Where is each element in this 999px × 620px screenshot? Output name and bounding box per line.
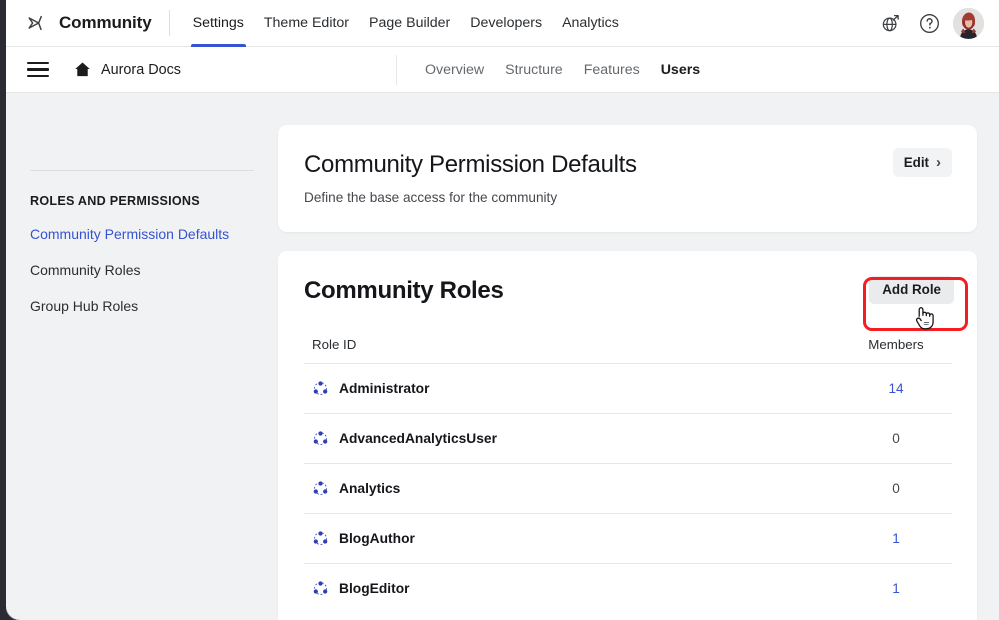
hamburger-menu-icon[interactable] [27, 61, 49, 78]
role-cell: BlogAuthor [312, 530, 848, 547]
community-roles-title: Community Roles [304, 276, 504, 304]
nav-item-developers[interactable]: Developers [460, 0, 552, 47]
role-group-icon [313, 530, 328, 545]
nav-item-page-builder[interactable]: Page Builder [359, 0, 460, 47]
role-cell: BlogEditor [312, 580, 848, 597]
settings-sidebar: ROLES AND PERMISSIONS Community Permissi… [6, 93, 278, 620]
roles-table: Role ID Members Administrator 14 Advance… [304, 337, 952, 613]
tab-overview[interactable]: Overview [425, 62, 484, 78]
role-name: AdvancedAnalyticsUser [339, 430, 497, 446]
khoros-logo-icon[interactable] [22, 9, 50, 37]
context-title: Aurora Docs [101, 61, 181, 78]
role-cell: Analytics [312, 480, 848, 497]
role-members-count: 0 [892, 430, 900, 446]
table-row[interactable]: Analytics 0 [304, 462, 952, 513]
table-row[interactable]: BlogAuthor 1 [304, 512, 952, 563]
table-row[interactable]: Administrator 14 [304, 362, 952, 413]
brand-title: Community [59, 13, 152, 32]
role-group-icon [313, 580, 328, 595]
app-window: Community Settings Theme Editor Page Bui… [6, 0, 999, 620]
page-title: Community Permission Defaults [304, 151, 637, 178]
community-roles-card: Community Roles Add Role Role ID Members [278, 250, 977, 620]
sidebar-section-heading: ROLES AND PERMISSIONS [30, 194, 200, 208]
edit-button[interactable]: Edit › [892, 148, 952, 177]
nav-item-theme-editor[interactable]: Theme Editor [254, 0, 359, 47]
help-button[interactable] [914, 8, 944, 38]
tab-structure[interactable]: Structure [505, 62, 563, 78]
topbar-divider [168, 10, 170, 36]
role-members-count[interactable]: 1 [848, 531, 944, 546]
nav-item-settings[interactable]: Settings [183, 0, 254, 47]
browser-window-frame: Community Settings Theme Editor Page Bui… [0, 0, 999, 620]
table-row[interactable]: AdvancedAnalyticsUser 0 [304, 412, 952, 463]
role-name: BlogEditor [339, 580, 410, 596]
role-name: BlogAuthor [339, 530, 415, 546]
user-avatar[interactable] [953, 7, 984, 39]
column-header-members: Members [868, 336, 924, 352]
role-group-icon [313, 380, 328, 395]
column-header-role-id: Role ID [312, 336, 357, 352]
community-permission-defaults-card: Community Permission Defaults Define the… [278, 125, 977, 232]
secondary-nav: Overview Structure Features Users [425, 62, 700, 78]
table-row[interactable]: BlogEditor 1 [304, 562, 952, 613]
globe-external-link-icon [882, 14, 899, 31]
top-navigation-bar: Community Settings Theme Editor Page Bui… [6, 0, 999, 47]
role-cell: Administrator [312, 380, 848, 397]
page-body: ROLES AND PERMISSIONS Community Permissi… [6, 93, 999, 620]
role-members-count: 0 [892, 480, 900, 496]
visit-community-button[interactable] [875, 8, 905, 38]
role-group-icon [313, 480, 328, 495]
nav-item-analytics[interactable]: Analytics [552, 0, 629, 47]
tab-features[interactable]: Features [584, 62, 640, 78]
topbar-actions [875, 7, 999, 39]
tab-users[interactable]: Users [661, 62, 700, 78]
sidebar-item-community-permission-defaults[interactable]: Community Permission Defaults [30, 225, 254, 244]
chevron-right-icon: › [936, 154, 941, 171]
sidebar-item-community-roles[interactable]: Community Roles [30, 261, 254, 280]
role-members-count[interactable]: 1 [848, 581, 944, 596]
primary-nav: Settings Theme Editor Page Builder Devel… [183, 0, 629, 47]
roles-table-header: Role ID Members [304, 337, 952, 363]
sidebar-item-group-hub-roles[interactable]: Group Hub Roles [30, 297, 254, 316]
role-members-count[interactable]: 14 [848, 381, 944, 396]
context-navigation-bar: Aurora Docs Overview Structure Features … [6, 47, 999, 93]
card-subtitle: Define the base access for the community [304, 189, 558, 205]
help-circle-icon [919, 13, 939, 33]
role-name: Analytics [339, 480, 401, 496]
sidebar-divider [30, 170, 254, 171]
role-cell: AdvancedAnalyticsUser [312, 430, 848, 447]
add-role-button-wrapper: Add Role [869, 275, 954, 304]
role-name: Administrator [339, 380, 430, 396]
add-role-button[interactable]: Add Role [869, 275, 954, 304]
edit-button-label: Edit [903, 155, 929, 170]
main-content: Community Permission Defaults Define the… [278, 93, 999, 620]
role-group-icon [313, 430, 328, 445]
subbar-divider [395, 54, 397, 85]
home-icon[interactable] [73, 60, 92, 79]
